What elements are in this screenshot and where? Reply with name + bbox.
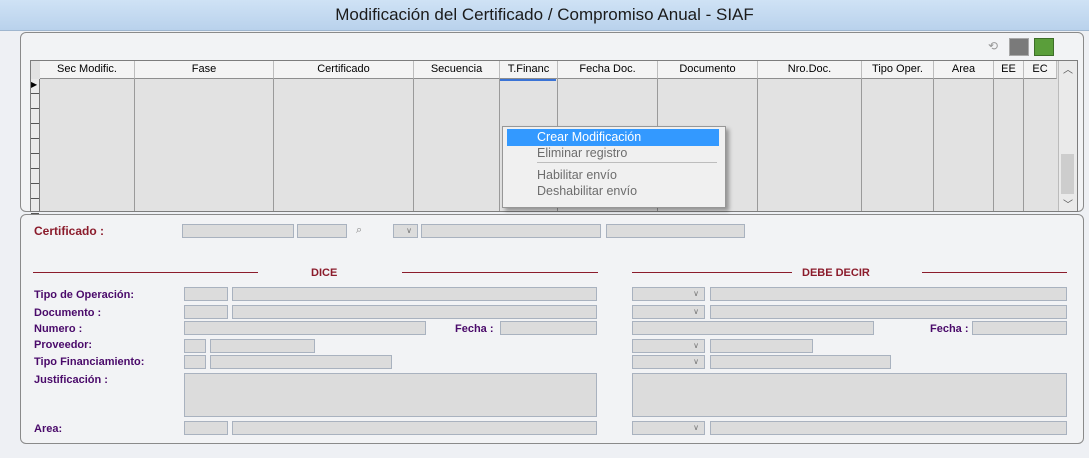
debe-proveedor-desc[interactable] [710, 339, 813, 353]
debe-documento-select[interactable]: ∨ [632, 305, 705, 319]
debe-fecha-field[interactable] [972, 321, 1067, 335]
dice-tipo-financiamiento-desc[interactable] [210, 355, 392, 369]
chevron-down-icon: ∨ [693, 341, 699, 350]
debe-proveedor-select[interactable]: ∨ [632, 339, 705, 353]
dice-tipo-financiamiento-code[interactable] [184, 355, 206, 369]
debe-tipo-operacion-select[interactable]: ∨ [632, 287, 705, 301]
debe-fecha-label: Fecha : [930, 323, 969, 335]
row-indicator[interactable]: ▶ [31, 79, 40, 214]
debe-decir-heading: DEBE DECIR [802, 267, 870, 279]
justificacion-label: Justificación : [34, 374, 108, 386]
undo-icon[interactable]: ⟲ [984, 38, 1002, 54]
column-divider [413, 79, 414, 211]
column-divider [1023, 79, 1024, 211]
dice-documento-code[interactable] [184, 305, 228, 319]
certificado-desc-field[interactable] [421, 224, 601, 238]
col-header[interactable]: Area [934, 61, 994, 79]
col-header[interactable]: Fase [135, 61, 274, 79]
col-header[interactable]: Certificado [274, 61, 414, 79]
column-divider [993, 79, 994, 211]
documento-label: Documento : [34, 307, 102, 319]
chevron-down-icon: ∨ [406, 226, 412, 235]
menu-eliminar-registro[interactable]: Eliminar registro [507, 145, 719, 162]
tipo-financiamiento-label: Tipo Financiamiento: [34, 356, 145, 368]
col-header[interactable]: EE [994, 61, 1024, 79]
binoculars-icon[interactable]: ⌕ [356, 224, 362, 237]
chevron-down-icon: ∨ [693, 307, 699, 316]
dice-divider [33, 272, 258, 273]
certificado-number-field[interactable] [297, 224, 347, 238]
certificado-extra-field[interactable] [606, 224, 745, 238]
scroll-up-icon[interactable]: ︿ [1059, 61, 1077, 76]
dice-tipo-operacion-code[interactable] [184, 287, 228, 301]
menu-crear-modificacion[interactable]: Crear Modificación [507, 129, 719, 146]
menu-separator [537, 162, 717, 163]
dice-area-code[interactable] [184, 421, 228, 435]
dice-area-desc[interactable] [232, 421, 597, 435]
col-header[interactable]: Fecha Doc. [558, 61, 658, 79]
column-divider [134, 79, 135, 211]
certificado-label: Certificado : [34, 224, 105, 238]
chevron-down-icon: ∨ [693, 289, 699, 298]
col-header[interactable]: Sec Modific. [40, 61, 135, 79]
column-divider [757, 79, 758, 211]
grid-scrollbar[interactable]: ︿ ﹀ [1058, 61, 1077, 211]
chevron-down-icon: ∨ [693, 423, 699, 432]
debe-tipo-financiamiento-desc[interactable] [710, 355, 891, 369]
col-header[interactable]: Nro.Doc. [758, 61, 862, 79]
col-header[interactable]: Documento [658, 61, 758, 79]
dice-fecha-label: Fecha : [455, 323, 494, 335]
debe-area-select[interactable]: ∨ [632, 421, 705, 435]
col-header[interactable]: Secuencia [414, 61, 500, 79]
debe-area-desc[interactable] [710, 421, 1067, 435]
certificado-dropdown[interactable]: ∨ [393, 224, 418, 238]
numero-label: Numero : [34, 323, 83, 335]
scroll-thumb[interactable] [1061, 154, 1074, 194]
debe-decir-divider [632, 272, 792, 273]
menu-habilitar-envio[interactable]: Habilitar envío [507, 167, 719, 184]
scroll-down-icon[interactable]: ﹀ [1059, 196, 1077, 211]
column-divider [273, 79, 274, 211]
dice-documento-desc[interactable] [232, 305, 597, 319]
debe-justificacion-field[interactable] [632, 373, 1067, 417]
dice-proveedor-desc[interactable] [210, 339, 315, 353]
dice-fecha-field[interactable] [500, 321, 597, 335]
window-title: Modificación del Certificado / Compromis… [0, 0, 1089, 31]
proveedor-label: Proveedor: [34, 339, 93, 351]
dice-tipo-operacion-desc[interactable] [232, 287, 597, 301]
debe-documento-desc[interactable] [710, 305, 1067, 319]
exit-icon[interactable] [1034, 38, 1054, 56]
grid-icon[interactable] [1009, 38, 1029, 56]
current-row-arrow-icon: ▶ [31, 79, 39, 94]
certificado-year-field[interactable] [182, 224, 294, 238]
col-header[interactable]: EC [1024, 61, 1057, 79]
context-menu: Crear Modificación Eliminar registro Hab… [502, 126, 726, 208]
column-divider [933, 79, 934, 211]
chevron-down-icon: ∨ [693, 357, 699, 366]
debe-decir-divider [922, 272, 1067, 273]
column-divider [499, 79, 500, 211]
debe-tipo-financiamiento-select[interactable]: ∨ [632, 355, 705, 369]
col-header[interactable]: T.Financ [500, 61, 558, 79]
column-divider [861, 79, 862, 211]
col-header[interactable]: Tipo Oper. [862, 61, 934, 79]
dice-justificacion-field[interactable] [184, 373, 597, 417]
area-label: Area: [34, 423, 63, 435]
debe-numero-field[interactable] [632, 321, 874, 335]
tipo-operacion-label: Tipo de Operación: [34, 289, 135, 301]
active-cell[interactable] [500, 79, 556, 81]
debe-tipo-operacion-desc[interactable] [710, 287, 1067, 301]
dice-divider [402, 272, 598, 273]
dice-heading: DICE [311, 267, 338, 279]
dice-proveedor-code[interactable] [184, 339, 206, 353]
dice-numero-field[interactable] [184, 321, 426, 335]
menu-deshabilitar-envio[interactable]: Deshabilitar envío [507, 183, 719, 200]
